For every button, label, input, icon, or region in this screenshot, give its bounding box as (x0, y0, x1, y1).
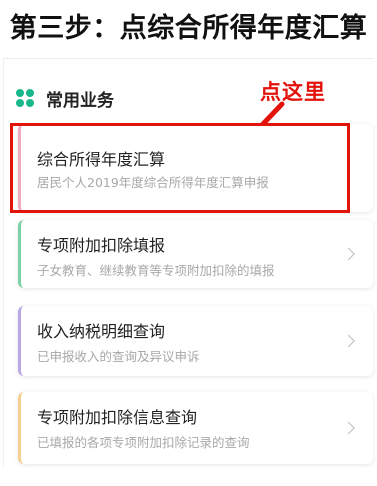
clover-icon (16, 89, 34, 107)
section-header: 常用业务 (16, 87, 114, 111)
card-income-tax-query[interactable]: 收入纳税明细查询 已申报收入的查询及异议申诉 (18, 306, 373, 376)
step-title: 第三步：点综合所得年度汇算 (9, 13, 368, 44)
card-title: 收入纳税明细查询 (37, 322, 166, 341)
card-description: 子女教育、继续教育等专项附加扣除的填报 (37, 263, 275, 278)
card-title: 专项附加扣除填报 (37, 236, 166, 255)
card-special-deduction-query[interactable]: 专项附加扣除信息查询 已填报的各项专项附加扣除记录的查询 (18, 392, 373, 464)
chevron-right-icon (342, 247, 355, 261)
page: 第三步：点综合所得年度汇算 常用业务 点这里 综合所得年度汇算 居民个人2019… (0, 0, 377, 486)
card-title: 专项附加扣除信息查询 (37, 408, 198, 427)
section-label: 常用业务 (46, 90, 114, 111)
chevron-right-icon (342, 334, 355, 348)
chevron-right-icon (342, 421, 355, 435)
card-description: 已填报的各项专项附加扣除记录的查询 (37, 435, 250, 450)
card-description: 已申报收入的查询及异议申诉 (37, 349, 200, 364)
highlight-box (10, 123, 350, 213)
card-special-deduction-filing[interactable]: 专项附加扣除填报 子女教育、继续教育等专项附加扣除的填报 (18, 220, 373, 288)
